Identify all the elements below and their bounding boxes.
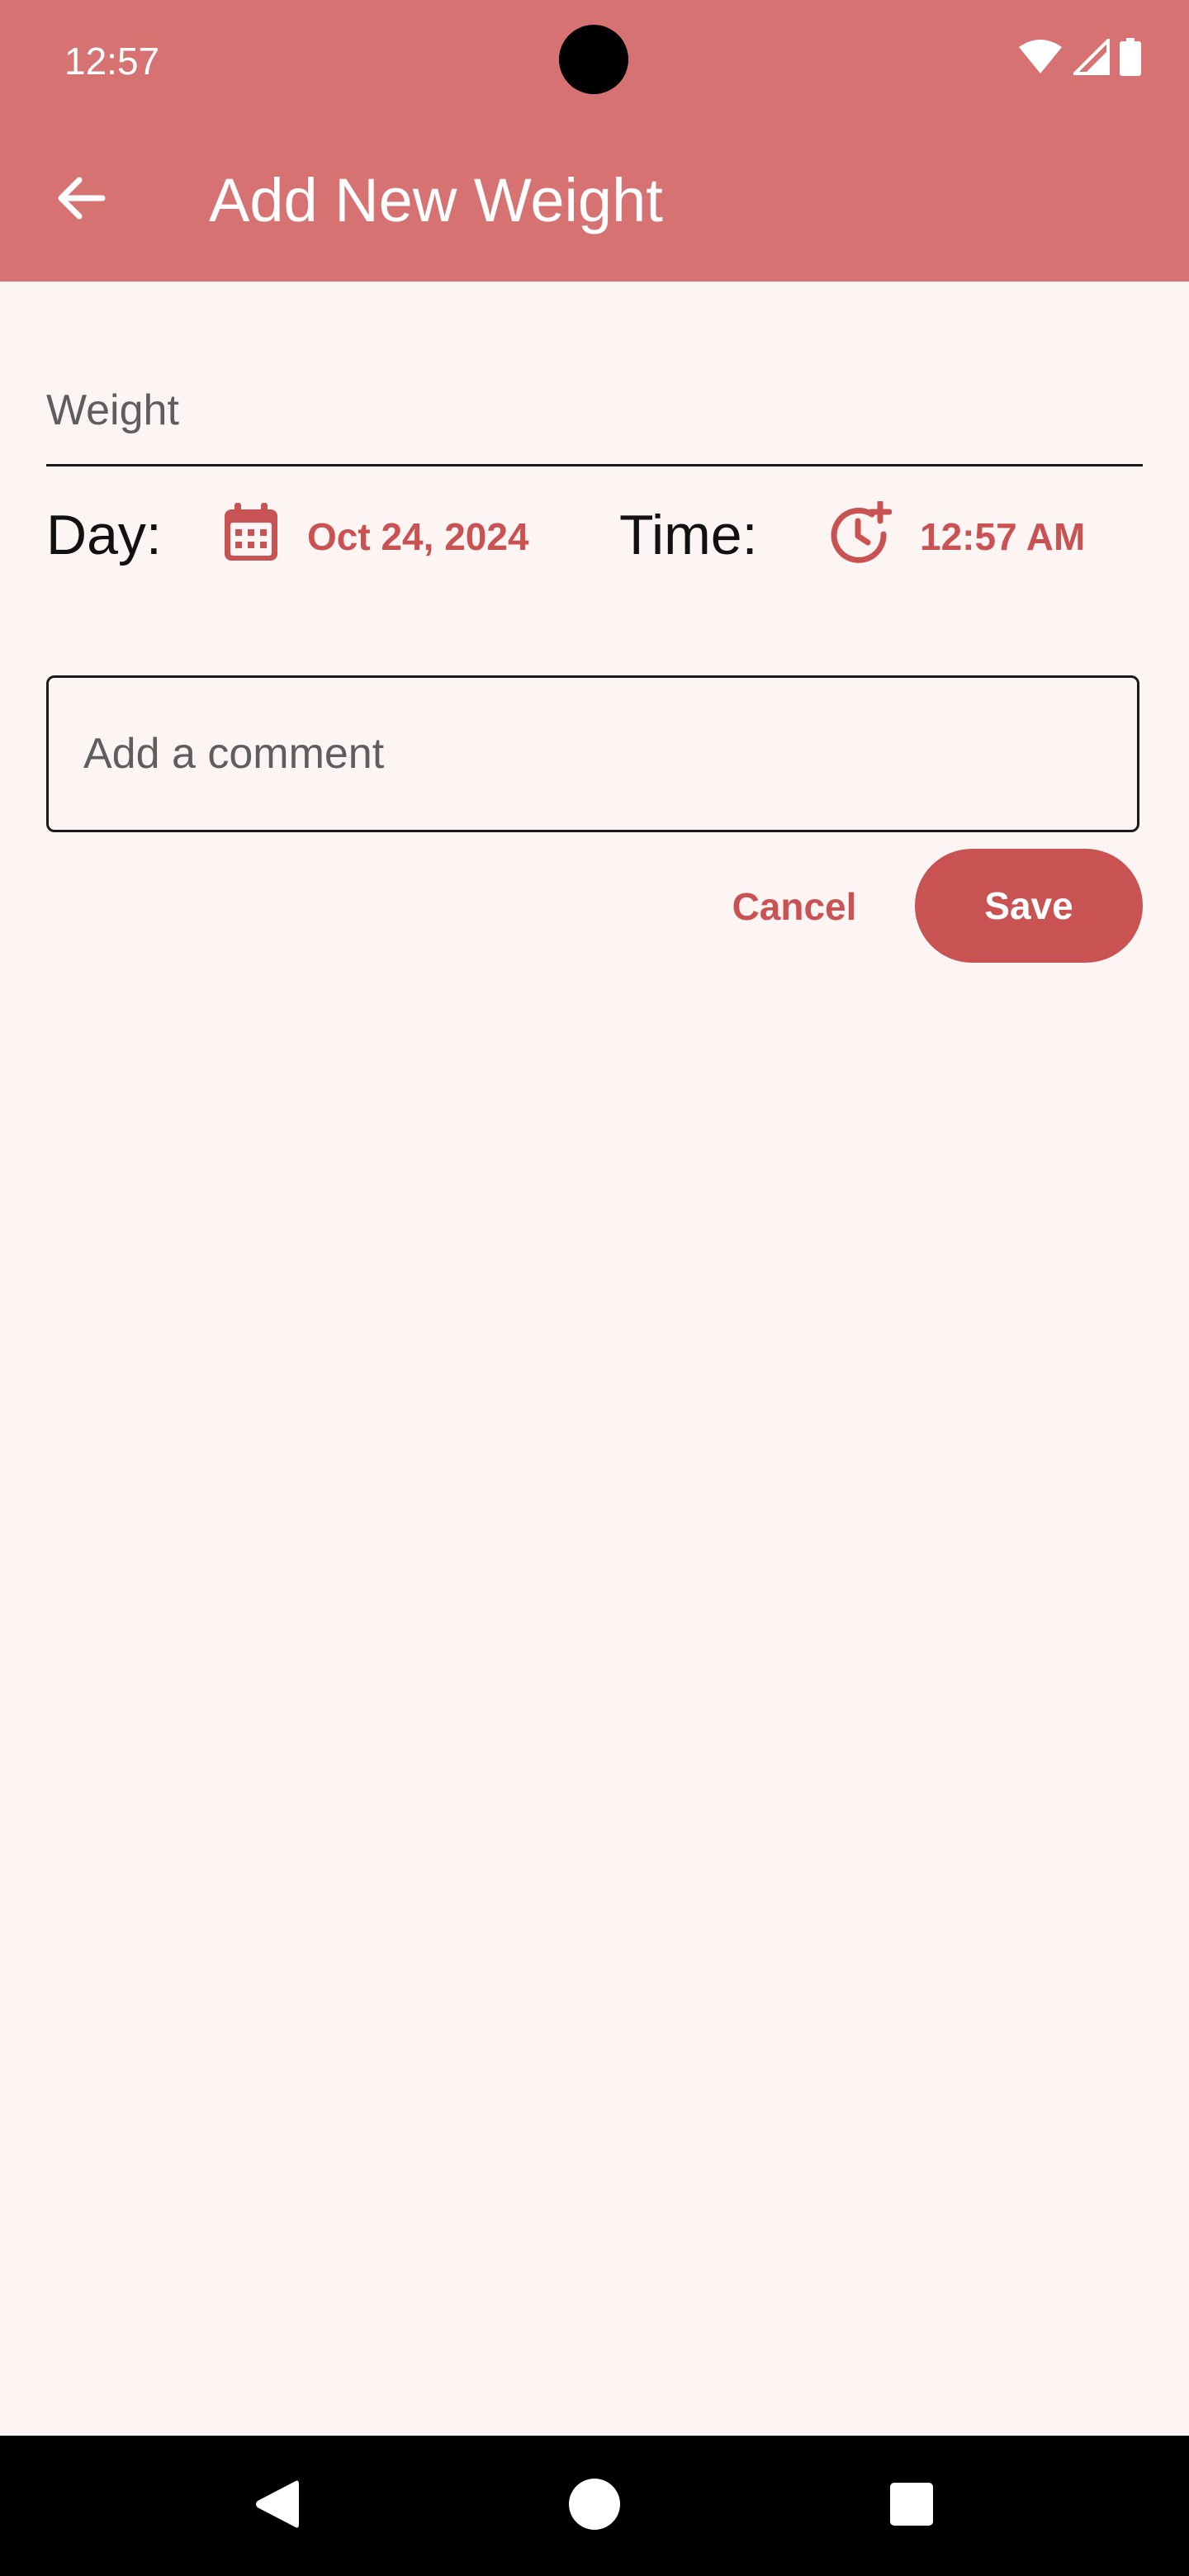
calendar-icon [223, 502, 279, 571]
weight-input[interactable] [46, 373, 1143, 447]
nav-home-button[interactable] [528, 2436, 661, 2576]
signal-icon [1071, 36, 1110, 79]
arrow-back-icon [54, 172, 107, 229]
nav-back-button[interactable] [211, 2436, 343, 2576]
battery-icon [1120, 37, 1141, 80]
time-value: 12:57 AM [920, 515, 1086, 558]
nav-recents-button[interactable] [846, 2436, 978, 2576]
back-triangle-icon [253, 2478, 302, 2535]
app-bar: 12:57 Add New Weight [0, 0, 1189, 282]
comment-input[interactable] [83, 727, 1099, 793]
wifi-icon [1017, 39, 1063, 79]
date-value: Oct 24, 2024 [307, 515, 529, 558]
cancel-button[interactable]: Cancel [710, 850, 879, 963]
page-title: Add New Weight [209, 166, 663, 234]
day-label: Day: [46, 504, 162, 566]
system-nav-bar [0, 2436, 1189, 2576]
status-icons [1017, 36, 1141, 80]
time-label: Time: [619, 504, 758, 566]
back-button[interactable] [41, 160, 121, 239]
date-picker-button[interactable]: Oct 24, 2024 [223, 495, 529, 578]
status-time: 12:57 [64, 40, 160, 83]
save-button[interactable]: Save [915, 849, 1143, 963]
weight-field[interactable] [46, 347, 1143, 466]
home-circle-icon [568, 2478, 621, 2535]
recents-square-icon [888, 2481, 935, 2531]
clock-add-icon [829, 500, 893, 573]
camera-cutout [559, 25, 628, 94]
time-picker-button[interactable]: 12:57 AM [829, 495, 1085, 578]
comment-field[interactable] [46, 675, 1139, 832]
